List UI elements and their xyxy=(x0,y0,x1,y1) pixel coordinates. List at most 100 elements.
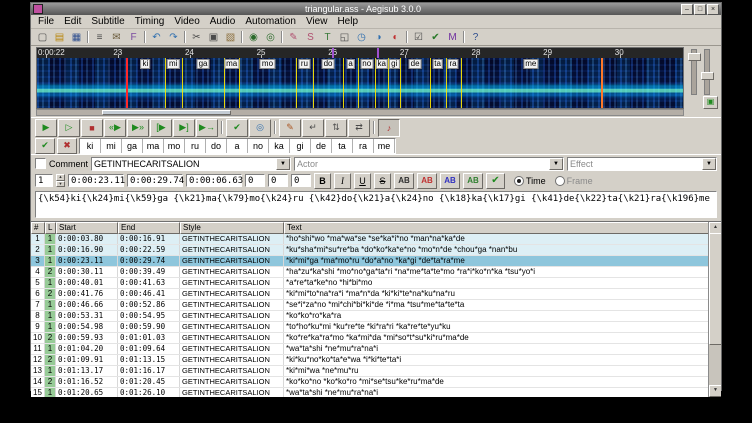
vertical-zoom-slider[interactable] xyxy=(691,49,697,95)
time-radio[interactable]: Time xyxy=(514,176,546,186)
table-row[interactable]: 310:00:23.110:00:29.74GETINTHECARITSALIO… xyxy=(31,256,709,267)
karaoke-syllable-label[interactable]: ga xyxy=(197,59,210,69)
syllable-boundary[interactable] xyxy=(313,58,314,108)
syllable-boundary[interactable] xyxy=(182,58,183,108)
kanji-timer-button[interactable]: ◐ xyxy=(387,30,404,45)
karaoke-syllable-label[interactable]: a xyxy=(346,59,354,69)
grid-header-l[interactable]: L xyxy=(45,222,56,234)
margin-vertical-input[interactable]: 0 xyxy=(291,174,311,187)
spectrogram[interactable]: kimigamamorudoanokagidetarame xyxy=(37,58,683,108)
table-row[interactable]: 510:00:40.010:00:41.63GETINTHECARITSALIO… xyxy=(31,278,709,289)
syllable-boundary[interactable] xyxy=(358,58,359,108)
shift-times-button[interactable]: ◷ xyxy=(353,30,370,45)
new-subtitles-button[interactable]: ▢ xyxy=(34,30,51,45)
menu-subtitle[interactable]: Subtitle xyxy=(86,15,129,28)
start-time-input[interactable]: 0:00:23.11 xyxy=(68,174,124,187)
karaoke-syllable[interactable]: de xyxy=(311,139,332,153)
style-dropdown[interactable]: GETINTHECARITSALION ▼ xyxy=(91,157,291,171)
grid-header-end[interactable]: End xyxy=(118,222,180,234)
karaoke-syllable[interactable]: me xyxy=(374,139,395,153)
karaoke-syllable-label[interactable]: ru xyxy=(299,59,310,69)
timing-postprocessor-button[interactable]: ◑ xyxy=(370,30,387,45)
play-to-end-button[interactable]: ▶→ xyxy=(196,119,218,137)
karaoke-syllable-label[interactable]: de xyxy=(409,59,422,69)
grid-header-start[interactable]: Start xyxy=(56,222,118,234)
scroll-down-icon[interactable]: ▼ xyxy=(709,385,721,397)
maximize-button[interactable]: □ xyxy=(694,4,706,15)
end-time-input[interactable]: 0:00:29.74 xyxy=(127,174,183,187)
title-bar[interactable]: triangular.ass - Aegisub 3.0.0 – □ × xyxy=(31,3,721,15)
karaoke-syllable[interactable]: ru xyxy=(185,139,206,153)
duration-input[interactable]: 0:00:06.63 xyxy=(186,174,242,187)
karaoke-syllable-label[interactable]: mo xyxy=(260,59,275,69)
find-button[interactable]: ◉ xyxy=(245,30,262,45)
menu-timing[interactable]: Timing xyxy=(130,15,170,28)
fonts-collector-button[interactable]: F xyxy=(125,30,142,45)
syllable-boundary[interactable] xyxy=(239,58,240,108)
copy-button[interactable]: ▣ xyxy=(205,30,222,45)
menu-file[interactable]: File xyxy=(33,15,59,28)
table-row[interactable]: 210:00:16.900:00:22.59GETINTHECARITSALIO… xyxy=(31,245,709,256)
syllable-boundary[interactable] xyxy=(461,58,462,108)
underline-button[interactable]: U xyxy=(354,173,371,189)
replace-button[interactable]: ◎ xyxy=(262,30,279,45)
styling-assistant-button[interactable]: S xyxy=(302,30,319,45)
minimize-button[interactable]: – xyxy=(681,4,693,15)
grid-header-text[interactable]: Text xyxy=(284,222,721,234)
auto-commit-button[interactable]: ✎ xyxy=(279,119,301,137)
margin-right-input[interactable]: 0 xyxy=(268,174,288,187)
table-row[interactable]: 420:00:30.110:00:39.49GETINTHECARITSALIO… xyxy=(31,267,709,278)
redo-button[interactable]: ↷ xyxy=(165,30,182,45)
karaoke-syllable[interactable]: ra xyxy=(353,139,374,153)
karaoke-syllable-label[interactable]: do xyxy=(322,59,335,69)
karaoke-syllable-label[interactable]: mi xyxy=(167,59,179,69)
karaoke-syllable-label[interactable]: ma xyxy=(224,59,239,69)
select-lines-button[interactable]: ☑ xyxy=(410,30,427,45)
grid-scroll-handle[interactable] xyxy=(709,233,721,345)
play-first-500ms-button[interactable]: [▶ xyxy=(150,119,172,137)
karaoke-syllable-label[interactable]: ra xyxy=(447,59,458,69)
cancel-split-button[interactable]: ✖ xyxy=(57,138,77,154)
save-subtitles-button[interactable]: ▦ xyxy=(68,30,85,45)
karaoke-mode-button[interactable]: ♪ xyxy=(378,119,400,137)
go-to-selection-button[interactable]: ◎ xyxy=(249,119,271,137)
karaoke-syllable[interactable]: do xyxy=(206,139,227,153)
table-row[interactable]: 910:00:54.980:00:59.90GETINTHECARITSALIO… xyxy=(31,322,709,333)
attachments-button[interactable]: ✉ xyxy=(108,30,125,45)
menu-audio[interactable]: Audio xyxy=(205,15,241,28)
selection-end-marker[interactable] xyxy=(601,58,603,108)
karaoke-syllable-label[interactable]: ki xyxy=(140,59,150,69)
bold-button[interactable]: B xyxy=(314,173,331,189)
menu-help[interactable]: Help xyxy=(332,15,363,28)
shadow-color-button[interactable]: AB xyxy=(463,173,483,189)
syllable-boundary[interactable] xyxy=(165,58,166,108)
properties-button[interactable]: ≡ xyxy=(91,30,108,45)
commit-button[interactable]: ✔ xyxy=(226,119,248,137)
audio-scroll-handle[interactable] xyxy=(102,110,231,115)
strikeout-button[interactable]: S xyxy=(374,173,391,189)
karaoke-syllable-label[interactable]: ta xyxy=(432,59,443,69)
comment-checkbox[interactable] xyxy=(35,158,46,169)
actor-dropdown[interactable]: Actor ▼ xyxy=(294,157,564,171)
table-row[interactable]: 110:00:03.800:00:16.91GETINTHECARITSALIO… xyxy=(31,234,709,245)
syllable-boundary[interactable] xyxy=(446,58,447,108)
table-row[interactable]: 710:00:46.660:00:52.86GETINTHECARITSALIO… xyxy=(31,300,709,311)
play-after-button[interactable]: ▶» xyxy=(127,119,149,137)
table-row[interactable]: 1220:01:09.910:01:13.15GETINTHECARITSALI… xyxy=(31,355,709,366)
italic-button[interactable]: I xyxy=(334,173,351,189)
karaoke-syllable[interactable]: ga xyxy=(122,139,143,153)
grid-header-num[interactable]: # xyxy=(31,222,45,234)
karaoke-syllable-label[interactable]: gi xyxy=(389,59,399,69)
table-row[interactable]: 1020:00:59.930:01:01.03GETINTHECARITSALI… xyxy=(31,333,709,344)
volume-slider-handle[interactable] xyxy=(701,72,714,80)
link-sliders-button[interactable]: ⇄ xyxy=(348,119,370,137)
spell-checker-button[interactable]: ✔ xyxy=(427,30,444,45)
accept-split-button[interactable]: ✔ xyxy=(35,138,55,154)
undo-button[interactable]: ↶ xyxy=(148,30,165,45)
play-before-button[interactable]: «▶ xyxy=(104,119,126,137)
subtitle-text-editor[interactable]: {\k54}ki{\k24}mi{\k59}ga {\k21}ma{\k79}m… xyxy=(35,191,717,218)
link-zoom-volume-icon[interactable]: ▣ xyxy=(703,96,718,109)
play-last-500ms-button[interactable]: ▶] xyxy=(173,119,195,137)
chevron-down-icon[interactable]: ▼ xyxy=(702,158,716,170)
karaoke-syllable[interactable]: ki xyxy=(80,139,101,153)
